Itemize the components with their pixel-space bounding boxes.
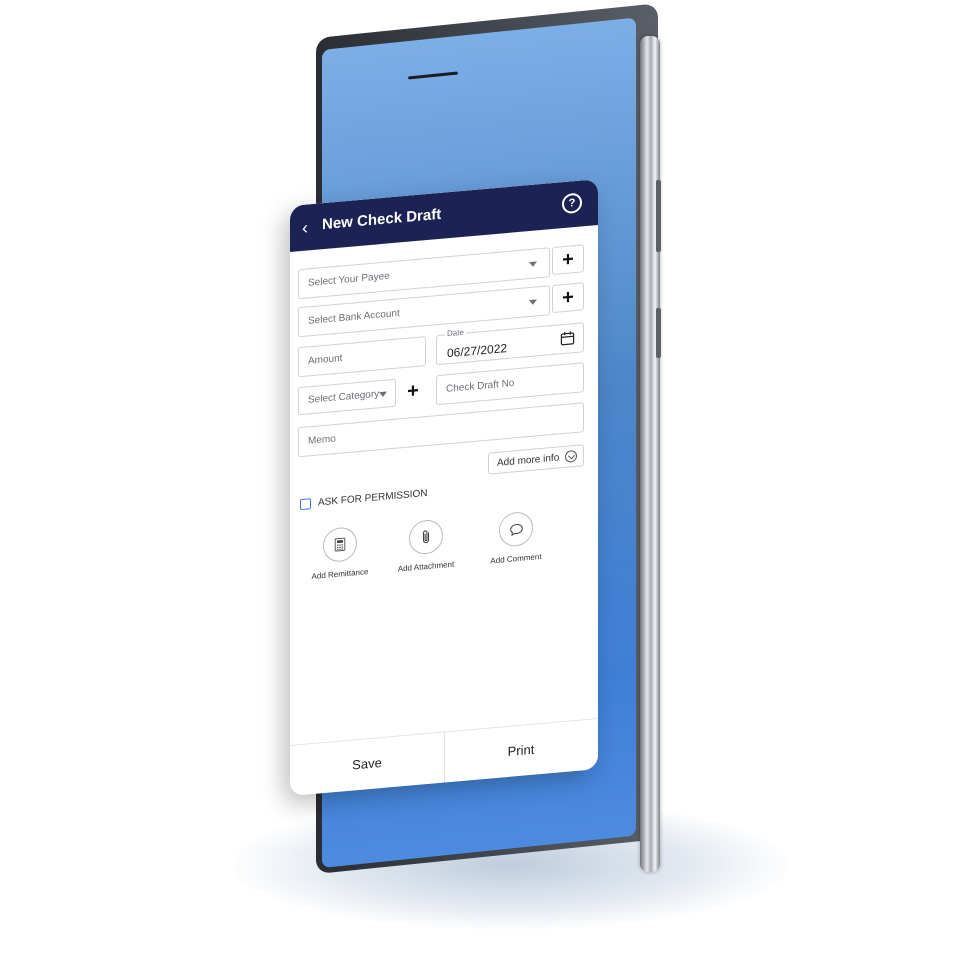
volume-button [656, 180, 661, 252]
calculator-icon [334, 537, 346, 552]
memo-placeholder: Memo [308, 433, 336, 447]
page-title: New Check Draft [322, 205, 442, 234]
check-draft-no-placeholder: Check Draft No [446, 377, 515, 395]
comment-icon [510, 523, 523, 536]
chevron-down-circle-icon [565, 449, 577, 463]
add-comment-label: Add Comment [490, 551, 542, 566]
calendar-icon[interactable] [560, 330, 575, 346]
bank-account-select-label: Select Bank Account [308, 307, 400, 327]
power-button [656, 308, 661, 358]
chevron-left-icon[interactable]: ‹ [302, 217, 318, 238]
add-remittance-action[interactable]: Add Remittance [300, 524, 380, 582]
add-bank-account-button[interactable]: + [552, 282, 584, 314]
action-icon-circle [499, 510, 533, 548]
ask-permission-checkbox[interactable] [300, 498, 311, 511]
add-more-info-button[interactable]: Add more info [488, 444, 584, 475]
check-draft-no-field[interactable]: Check Draft No [436, 362, 584, 406]
action-icon-circle [409, 518, 443, 556]
category-select[interactable]: Select Category [298, 378, 396, 416]
caret-down-icon [529, 261, 537, 268]
caret-down-icon [529, 299, 537, 306]
app-header: ‹ New Check Draft ? [290, 179, 598, 252]
check-draft-form: ‹ New Check Draft ? Select Your Payee + … [290, 179, 598, 797]
date-field[interactable]: Date 06/27/2022 [436, 322, 584, 366]
add-remittance-label: Add Remittance [311, 567, 369, 582]
date-value: 06/27/2022 [447, 341, 508, 361]
help-circle-icon[interactable]: ? [562, 192, 582, 215]
caret-down-icon [379, 391, 387, 398]
add-attachment-action[interactable]: Add Attachment [386, 517, 466, 575]
add-payee-button[interactable]: + [552, 244, 584, 276]
date-label: Date [445, 327, 466, 339]
amount-field[interactable]: Amount [298, 336, 426, 378]
amount-placeholder: Amount [308, 352, 343, 367]
paperclip-icon [422, 530, 430, 544]
add-category-button[interactable]: + [400, 377, 426, 405]
action-icon-circle [323, 526, 357, 564]
add-comment-action[interactable]: Add Comment [476, 509, 556, 567]
ask-permission-label: ASK FOR PERMISSION [318, 487, 428, 509]
payee-select-label: Select Your Payee [308, 270, 390, 289]
phone-side-edge [640, 36, 660, 872]
add-more-info-label: Add more info [497, 452, 560, 469]
category-select-label: Select Category [308, 388, 380, 406]
add-attachment-label: Add Attachment [397, 559, 455, 574]
app-card-wrapper: ‹ New Check Draft ? Select Your Payee + … [290, 141, 598, 797]
